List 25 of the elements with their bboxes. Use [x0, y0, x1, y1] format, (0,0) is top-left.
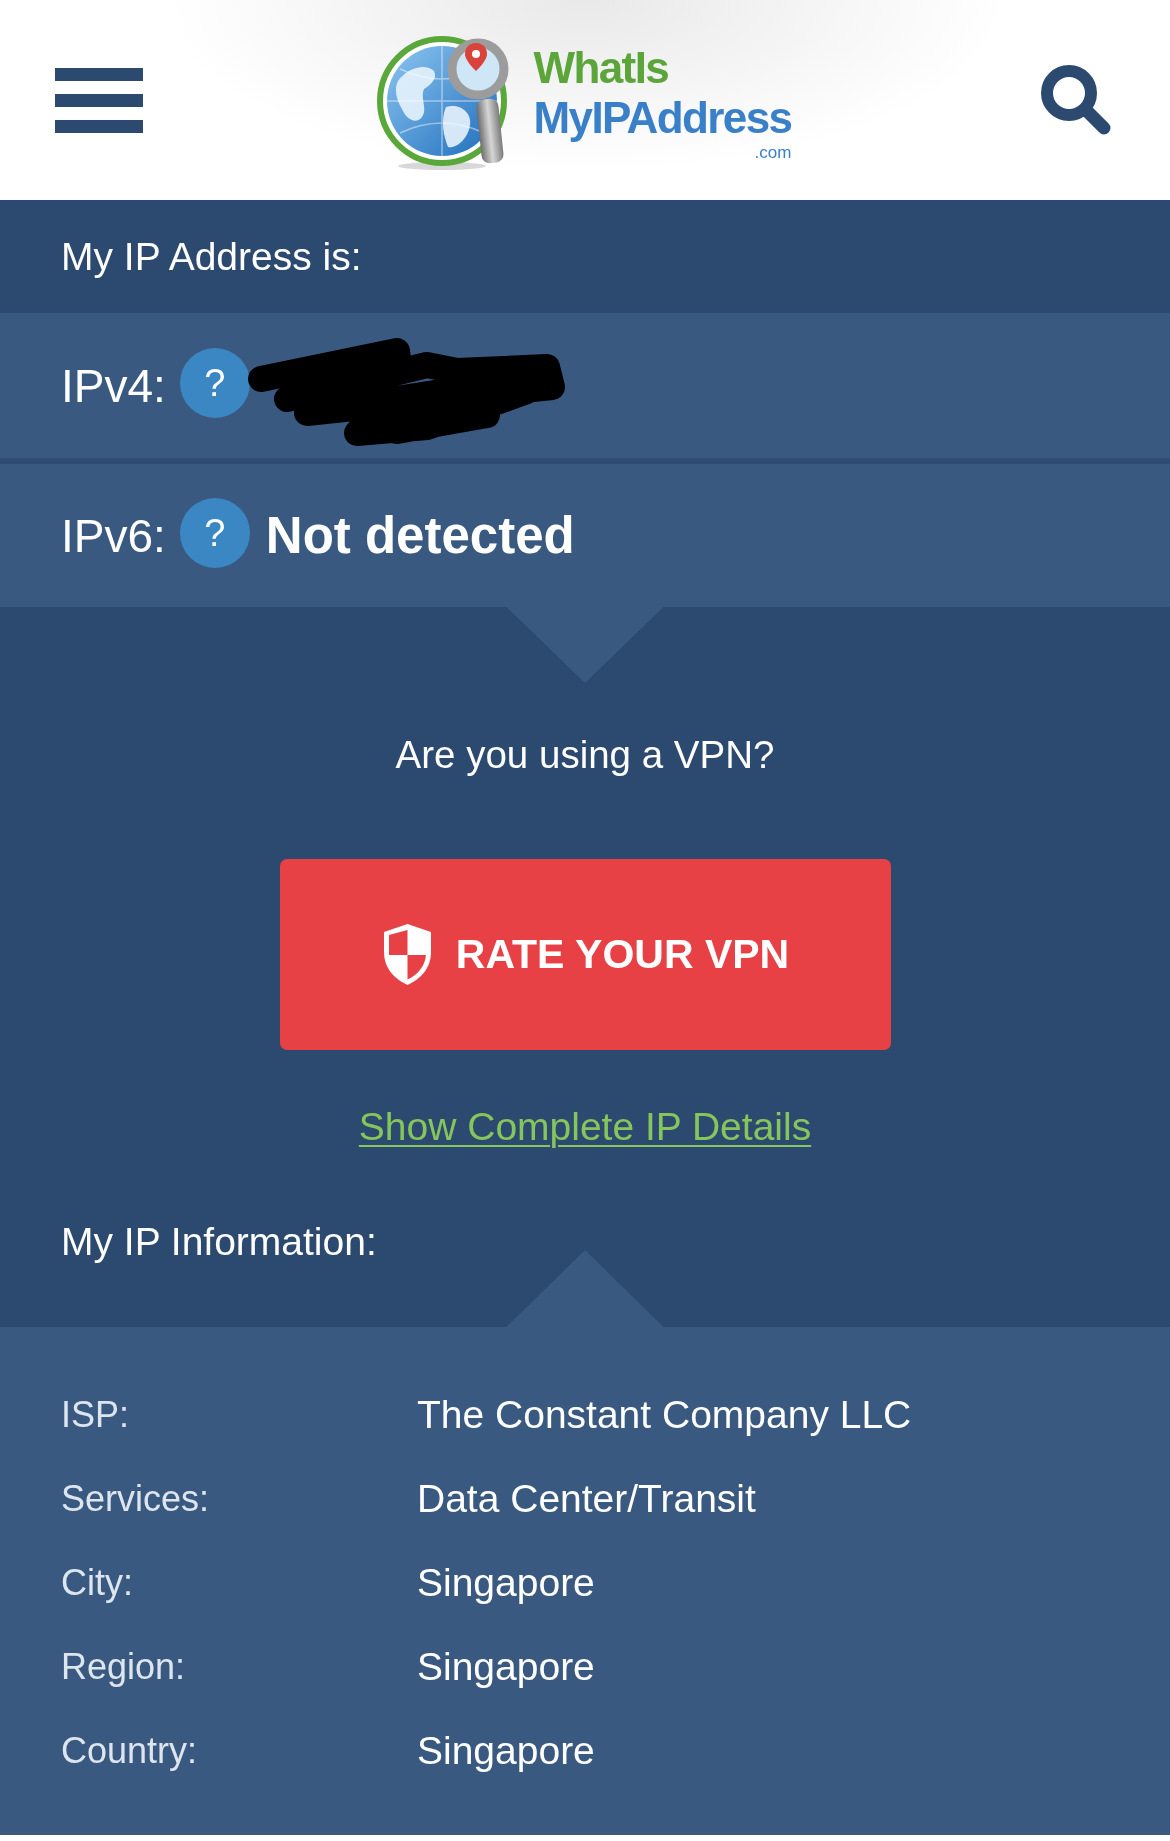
info-label: Services:	[61, 1477, 210, 1521]
search-icon[interactable]	[1040, 64, 1112, 136]
info-label: Region:	[61, 1645, 186, 1689]
logo-text[interactable]: WhatIs	[533, 43, 669, 93]
info-value: The Constant Company LLC	[417, 1392, 912, 1438]
info-value: Singapore	[417, 1728, 595, 1774]
ip-label: IPv4:	[61, 358, 166, 414]
info-value: Singapore	[417, 1644, 595, 1690]
section-title: My IP Address is:	[61, 233, 362, 280]
ip-value: Not detected	[265, 505, 575, 566]
help-button[interactable]: ?	[179, 347, 250, 418]
menu-icon[interactable]	[55, 67, 143, 133]
help-button[interactable]: ?	[179, 497, 250, 568]
info-value: Data Center/Transit	[417, 1476, 756, 1522]
info-label: ISP:	[61, 1393, 130, 1437]
ip-label: IPv6:	[61, 508, 166, 564]
info-value: Singapore	[417, 1560, 595, 1606]
logo-text[interactable]: MyIPAddress	[533, 93, 792, 143]
details-link[interactable]: Show Complete IP Details	[358, 1104, 812, 1150]
info-label: City:	[61, 1561, 133, 1605]
logo-domain[interactable]: .com	[754, 143, 792, 163]
info-label: Country:	[61, 1729, 198, 1773]
rate-vpn-button[interactable]: RATE YOUR VPN	[279, 859, 891, 1050]
vpn-question: Are you using a VPN?	[395, 733, 775, 777]
section-title: My IP Information:	[61, 1219, 377, 1265]
